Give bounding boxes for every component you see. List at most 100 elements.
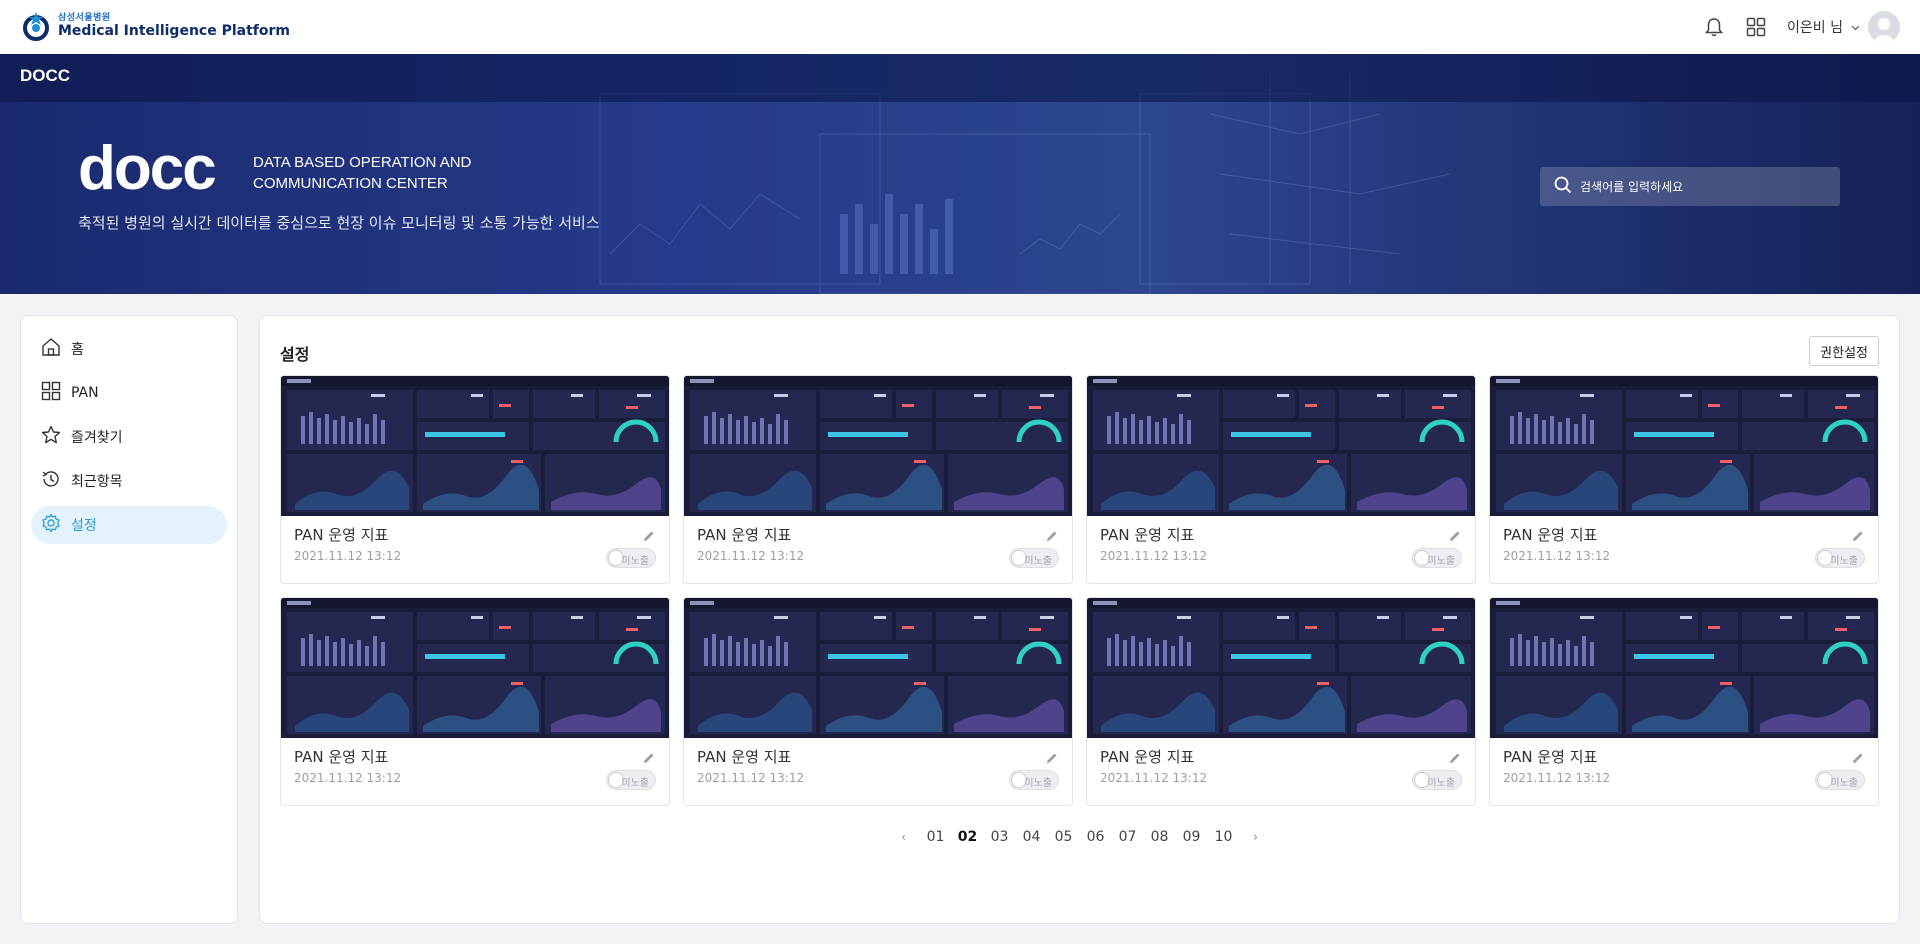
page-link[interactable]: 03 [986, 824, 1014, 850]
page-link[interactable]: 01 [922, 824, 950, 850]
pencil-icon[interactable] [642, 750, 656, 764]
search-icon[interactable] [1554, 176, 1572, 198]
dashboard-card[interactable]: PAN 운영 지표 2021.11.12 13:12 미노출 [1489, 375, 1879, 584]
visibility-toggle[interactable]: 미노출 [1009, 548, 1059, 568]
search-box [1540, 167, 1840, 206]
pagination: ‹ 01 02 03 04 05 06 07 08 09 10 › [260, 824, 1899, 850]
card-date: 2021.11.12 13:12 [1503, 771, 1611, 785]
page-link[interactable]: 05 [1050, 824, 1078, 850]
page-title: 설정 [280, 345, 310, 364]
dashboard-card[interactable]: PAN 운영 지표 2021.11.12 13:12 미노출 [683, 597, 1073, 806]
sidebar-item-favorites[interactable]: 즐겨찾기 [31, 418, 227, 456]
toggle-label: 미노출 [1830, 556, 1858, 567]
card-date: 2021.11.12 13:12 [294, 549, 402, 563]
top-bar: 삼성서울병원 Medical Intelligence Platform 이은비… [0, 0, 1920, 54]
page-link[interactable]: 07 [1114, 824, 1142, 850]
card-title: PAN 운영 지표 [1100, 748, 1195, 766]
dashboard-card[interactable]: PAN 운영 지표 2021.11.12 13:12 미노출 [1489, 597, 1879, 806]
dashboard-card[interactable]: PAN 운영 지표 2021.11.12 13:12 미노출 [280, 375, 670, 584]
pencil-icon[interactable] [1851, 750, 1865, 764]
card-title: PAN 운영 지표 [697, 526, 792, 544]
card-date: 2021.11.12 13:12 [294, 771, 402, 785]
sidebar-item-settings[interactable]: 설정 [31, 506, 227, 544]
card-title: PAN 운영 지표 [1503, 526, 1598, 544]
dashboard-thumbnail [281, 598, 669, 738]
card-title: PAN 운영 지표 [294, 526, 389, 544]
chevron-down-icon [1851, 19, 1860, 35]
banner-description: 축적된 병원의 실시간 데이터를 중심으로 현장 이슈 모니터링 및 소통 가능… [78, 214, 600, 232]
toggle-label: 미노출 [1830, 778, 1858, 789]
dashboard-thumbnail [1087, 376, 1475, 516]
sidebar-item-label: 최근항목 [71, 474, 123, 490]
grid-icon [41, 381, 61, 405]
permission-settings-button[interactable]: 권한설정 [1809, 336, 1879, 366]
chevron-right-icon[interactable]: › [1242, 824, 1270, 850]
hospital-logo[interactable]: 삼성서울병원 Medical Intelligence Platform [20, 11, 290, 43]
sidebar-item-home[interactable]: 홈 [31, 330, 227, 368]
dashboard-thumbnail [684, 376, 1072, 516]
card-date: 2021.11.12 13:12 [697, 549, 805, 563]
sidebar-item-recent[interactable]: 최근항목 [31, 462, 227, 500]
home-icon [41, 337, 61, 361]
toggle-label: 미노출 [1024, 778, 1052, 789]
visibility-toggle[interactable]: 미노출 [1009, 770, 1059, 790]
pencil-icon[interactable] [642, 528, 656, 542]
section-strip: DOCC [0, 54, 1920, 102]
card-date: 2021.11.12 13:12 [1100, 549, 1208, 563]
card-date: 2021.11.12 13:12 [1100, 771, 1208, 785]
pencil-icon[interactable] [1851, 528, 1865, 542]
sidebar-item-label: 즐겨찾기 [71, 430, 123, 446]
apps-grid-icon[interactable] [1745, 16, 1767, 38]
toggle-label: 미노출 [1024, 556, 1052, 567]
dashboard-thumbnail [281, 376, 669, 516]
page-link[interactable]: 10 [1210, 824, 1238, 850]
bell-icon[interactable] [1703, 16, 1725, 38]
card-title: PAN 운영 지표 [697, 748, 792, 766]
dashboard-card[interactable]: PAN 운영 지표 2021.11.12 13:12 미노출 [1086, 375, 1476, 584]
hero-banner: DOCC docc DATA BASED OPERATION AND COMMU… [0, 54, 1920, 294]
dashboard-thumbnail [684, 598, 1072, 738]
sidebar: 홈 PAN 즐겨찾기 최근항목 설정 [20, 315, 238, 924]
page-link[interactable]: 04 [1018, 824, 1046, 850]
card-title: PAN 운영 지표 [1503, 748, 1598, 766]
sidebar-item-label: 홈 [71, 342, 84, 358]
history-icon [41, 469, 61, 493]
tagline: DATA BASED OPERATION AND COMMUNICATION C… [253, 152, 471, 194]
visibility-toggle[interactable]: 미노출 [1815, 770, 1865, 790]
dashboard-card-grid: PAN 운영 지표 2021.11.12 13:12 미노출 PAN 운영 지표… [280, 375, 1879, 806]
user-name: 이은비 님 [1787, 20, 1843, 36]
visibility-toggle[interactable]: 미노출 [1412, 770, 1462, 790]
visibility-toggle[interactable]: 미노출 [606, 548, 656, 568]
dashboard-card[interactable]: PAN 운영 지표 2021.11.12 13:12 미노출 [280, 597, 670, 806]
pencil-icon[interactable] [1448, 750, 1462, 764]
card-title: PAN 운영 지표 [1100, 526, 1195, 544]
dashboard-thumbnail [1490, 376, 1878, 516]
visibility-toggle[interactable]: 미노출 [1815, 548, 1865, 568]
dashboard-card[interactable]: PAN 운영 지표 2021.11.12 13:12 미노출 [1086, 597, 1476, 806]
toggle-label: 미노출 [1427, 778, 1455, 789]
tagline-line-1: DATA BASED OPERATION AND [253, 154, 472, 171]
visibility-toggle[interactable]: 미노출 [606, 770, 656, 790]
search-input[interactable] [1580, 179, 1820, 194]
pencil-icon[interactable] [1045, 528, 1059, 542]
dashboard-card[interactable]: PAN 운영 지표 2021.11.12 13:12 미노출 [683, 375, 1073, 584]
page-link-current[interactable]: 02 [954, 824, 982, 850]
page-link[interactable]: 06 [1082, 824, 1110, 850]
card-date: 2021.11.12 13:12 [697, 771, 805, 785]
page-link[interactable]: 08 [1146, 824, 1174, 850]
toggle-label: 미노출 [621, 778, 649, 789]
logo-mark-icon [20, 11, 52, 43]
toggle-label: 미노출 [621, 556, 649, 567]
pencil-icon[interactable] [1448, 528, 1462, 542]
avatar[interactable] [1868, 11, 1900, 43]
dashboard-thumbnail [1490, 598, 1878, 738]
visibility-toggle[interactable]: 미노출 [1412, 548, 1462, 568]
chevron-left-icon[interactable]: ‹ [890, 824, 918, 850]
star-icon [41, 425, 61, 449]
pencil-icon[interactable] [1045, 750, 1059, 764]
card-date: 2021.11.12 13:12 [1503, 549, 1611, 563]
docc-logo: docc [78, 134, 217, 203]
page-link[interactable]: 09 [1178, 824, 1206, 850]
sidebar-item-pan[interactable]: PAN [31, 374, 227, 412]
user-menu[interactable]: 이은비 님 [1787, 11, 1900, 43]
